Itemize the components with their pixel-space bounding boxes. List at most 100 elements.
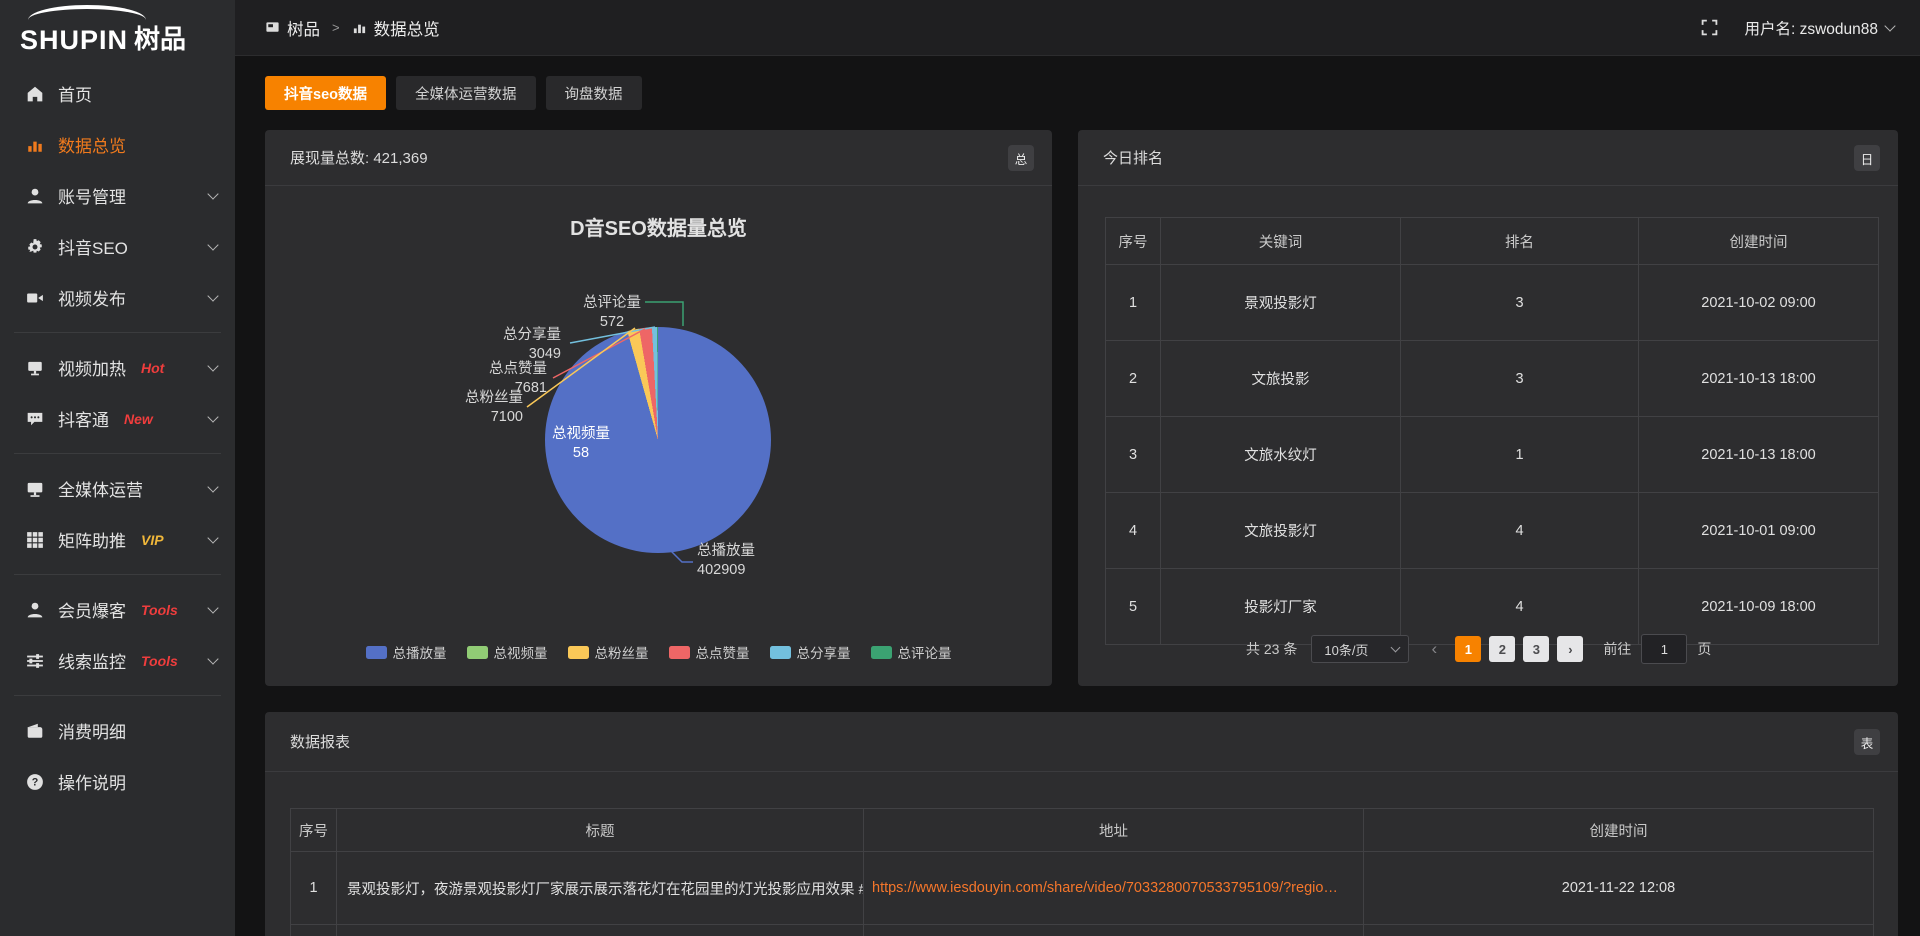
ranking-title: 今日排名 <box>1103 147 1163 168</box>
cell-seq: 2 <box>1106 341 1161 417</box>
page-button-2[interactable]: 2 <box>1489 636 1515 662</box>
cell-rank: 3 <box>1401 265 1639 341</box>
legend-item-fans[interactable]: 总粉丝量 <box>568 642 649 662</box>
legend-label: 总粉丝量 <box>595 642 649 662</box>
question-circle-icon: ? <box>26 773 44 791</box>
table-row: 2 文旅投影 3 2021-10-13 18:00 <box>1106 341 1879 417</box>
sidebar-item-clue-monitor[interactable]: 线索监控 Tools <box>0 635 235 686</box>
overview-panel: 展现量总数: 421,369 总 D音SEO数据量总览 总评论量572 总分享量… <box>265 130 1052 686</box>
goto-page-input[interactable] <box>1641 634 1687 664</box>
sidebar-item-label: 数据总览 <box>58 132 126 157</box>
column-header-keyword: 关键词 <box>1161 218 1401 265</box>
tab-inquiry-data[interactable]: 询盘数据 <box>546 76 642 110</box>
screen-icon <box>26 359 44 377</box>
column-header-time: 创建时间 <box>1639 218 1879 265</box>
page-size-select[interactable]: 10条/页 <box>1311 635 1409 663</box>
legend-item-comments[interactable]: 总评论量 <box>871 642 952 662</box>
sidebar-item-label: 抖音SEO <box>58 234 128 259</box>
sidebar-item-label: 抖客通 <box>58 406 109 431</box>
sidebar-item-home[interactable]: 首页 <box>0 68 235 119</box>
report-table: 序号 标题 地址 创建时间 1 景观投影灯，夜游景观投影灯厂家展示展示落花灯在花… <box>290 808 1874 936</box>
column-header-time: 创建时间 <box>1364 809 1874 852</box>
chevron-down-icon <box>1391 643 1401 653</box>
cell-keyword: 文旅投影 <box>1161 341 1401 417</box>
cell-time: 2021-10-13 18:00 <box>1639 417 1879 493</box>
sidebar-item-label: 视频发布 <box>58 285 126 310</box>
report-panel: 数据报表 表 序号 标题 地址 创建时间 1 景观投影灯，夜游景观投影灯厂家展示… <box>265 712 1898 936</box>
logo-arc <box>28 5 146 35</box>
sidebar-item-video-publish[interactable]: 视频发布 <box>0 272 235 323</box>
goto-label: 前往 <box>1603 639 1631 659</box>
page-button-1[interactable]: 1 <box>1455 636 1481 662</box>
app-window-icon <box>265 20 280 35</box>
table-row: 1 景观投影灯 3 2021-10-02 09:00 <box>1106 265 1879 341</box>
table-header-row: 序号 标题 地址 创建时间 <box>291 809 1874 852</box>
tab-media-ops-data[interactable]: 全媒体运营数据 <box>396 76 536 110</box>
chat-icon <box>26 410 44 428</box>
page-button-3[interactable]: 3 <box>1523 636 1549 662</box>
user-menu[interactable]: 用户名: zswodun88 <box>1744 17 1894 39</box>
cell-seq: 5 <box>1106 569 1161 645</box>
fullscreen-icon[interactable] <box>1701 19 1718 36</box>
cell-rank: 3 <box>1401 341 1639 417</box>
sidebar-divider <box>14 332 221 333</box>
chevron-down-icon <box>207 360 218 371</box>
tab-douyin-seo-data[interactable]: 抖音seo数据 <box>265 76 386 110</box>
cell-time: 2021-11-22 12:08 <box>1364 852 1874 925</box>
breadcrumb-item-shupin[interactable]: 树品 <box>265 16 320 40</box>
chevron-down-icon <box>207 188 218 199</box>
cell-time: 2021-10-01 09:00 <box>1639 493 1879 569</box>
column-header-rank: 排名 <box>1401 218 1639 265</box>
sidebar-item-matrix-boost[interactable]: 矩阵助推 VIP <box>0 514 235 565</box>
overview-panel-header: 展现量总数: 421,369 <box>265 130 1052 186</box>
legend-item-shares[interactable]: 总分享量 <box>770 642 851 662</box>
table-row-clipped <box>291 925 1874 936</box>
legend-item-likes[interactable]: 总点赞量 <box>669 642 750 662</box>
pie-label-shares: 总分享量3049 <box>451 326 561 364</box>
cell-seq: 3 <box>1106 417 1161 493</box>
cell-seq: 4 <box>1106 493 1161 569</box>
sidebar-item-data-overview[interactable]: 数据总览 <box>0 119 235 170</box>
sidebar-item-label: 视频加热 <box>58 355 126 380</box>
cell-seq: 1 <box>1106 265 1161 341</box>
total-badge-button[interactable]: 总 <box>1008 145 1034 171</box>
sidebar-item-douketong[interactable]: 抖客通 New <box>0 393 235 444</box>
cell-title: 景观投影灯，夜游景观投影灯厂家展示展示落花灯在花园里的灯光投影应用效果 # <box>337 852 864 925</box>
prev-page-button[interactable]: ‹ <box>1423 639 1445 659</box>
breadcrumb-label: 数据总览 <box>374 16 440 40</box>
ranking-table: 序号 关键词 排名 创建时间 1 景观投影灯 3 2021-10-02 09:0… <box>1105 217 1879 645</box>
pie-label-videos: 总视频量58 <box>531 425 631 463</box>
breadcrumb-label: 树品 <box>287 16 320 40</box>
legend-label: 总分享量 <box>797 642 851 662</box>
legend-item-plays[interactable]: 总播放量 <box>366 642 447 662</box>
breadcrumb: 树品 > 数据总览 <box>265 16 440 40</box>
sidebar-item-account[interactable]: 账号管理 <box>0 170 235 221</box>
chevron-down-icon <box>207 532 218 543</box>
sidebar-item-douyin-seo[interactable]: 抖音SEO <box>0 221 235 272</box>
table-badge-button[interactable]: 表 <box>1854 729 1880 755</box>
report-panel-header: 数据报表 <box>265 712 1898 772</box>
sidebar-item-member-baoke[interactable]: 会员爆客 Tools <box>0 584 235 635</box>
top-bar: 树品 > 数据总览 用户名: zswodun88 <box>235 0 1920 56</box>
legend-swatch <box>467 646 488 659</box>
username-label: 用户名: zswodun88 <box>1744 17 1878 39</box>
day-badge-button[interactable]: 日 <box>1854 145 1880 171</box>
grid-icon <box>26 531 44 549</box>
sidebar-item-video-heat[interactable]: 视频加热 Hot <box>0 342 235 393</box>
legend-item-videos[interactable]: 总视频量 <box>467 642 548 662</box>
column-header-seq: 序号 <box>291 809 337 852</box>
legend-swatch <box>366 646 387 659</box>
cell-keyword: 文旅投影灯 <box>1161 493 1401 569</box>
sidebar-item-media-ops[interactable]: 全媒体运营 <box>0 463 235 514</box>
topbar-right: 用户名: zswodun88 <box>1701 17 1894 39</box>
next-page-button[interactable]: › <box>1557 636 1583 662</box>
breadcrumb-item-data-overview[interactable]: 数据总览 <box>352 16 440 40</box>
sidebar-item-consumption[interactable]: 消费明细 <box>0 705 235 756</box>
cell-time: 2021-10-02 09:00 <box>1639 265 1879 341</box>
cell-url-link[interactable]: https://www.iesdouyin.com/share/video/70… <box>864 852 1364 925</box>
wallet-icon <box>26 722 44 740</box>
cell-time: 2021-10-13 18:00 <box>1639 341 1879 417</box>
sidebar-item-label: 操作说明 <box>58 769 126 794</box>
sidebar-item-instructions[interactable]: ? 操作说明 <box>0 756 235 807</box>
data-tabs: 抖音seo数据 全媒体运营数据 询盘数据 <box>265 76 642 110</box>
